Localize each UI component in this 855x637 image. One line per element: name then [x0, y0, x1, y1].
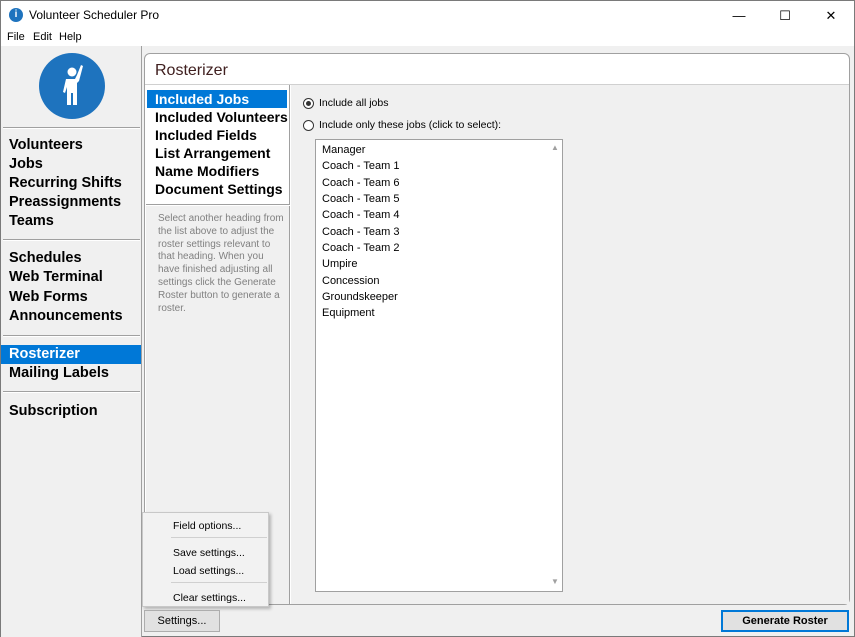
- nav-separator: [3, 391, 140, 393]
- minimize-button[interactable]: —: [716, 1, 762, 30]
- settings-popup-menu: Field options... Save settings... Load s…: [142, 512, 269, 607]
- menu-edit[interactable]: Edit: [33, 31, 52, 43]
- include-only-jobs-option[interactable]: Include only these jobs (click to select…: [303, 119, 501, 131]
- close-button[interactable]: ✕: [808, 1, 854, 30]
- nav-web-terminal[interactable]: Web Terminal: [1, 268, 141, 287]
- radio-button[interactable]: [303, 119, 314, 131]
- nav-teams[interactable]: Teams: [1, 212, 141, 231]
- include-only-jobs-label: Include only these jobs (click to select…: [319, 119, 502, 131]
- menu-item-field-options[interactable]: Field options...: [173, 520, 241, 532]
- nav-mailing-labels[interactable]: Mailing Labels: [1, 364, 141, 383]
- menu-file[interactable]: File: [7, 31, 25, 43]
- nav-separator: [3, 239, 140, 241]
- heading-name-modifiers[interactable]: Name Modifiers: [147, 162, 287, 180]
- nav-subscription[interactable]: Subscription: [1, 402, 141, 421]
- headings-list: Included Jobs Included Volunteers Includ…: [146, 85, 290, 205]
- menu-item-load-settings[interactable]: Load settings...: [173, 565, 244, 577]
- list-item[interactable]: Groundskeeper: [322, 291, 398, 303]
- nav-rosterizer[interactable]: Rosterizer: [1, 345, 141, 364]
- heading-included-jobs[interactable]: Included Jobs: [147, 90, 287, 108]
- menu-item-save-settings[interactable]: Save settings...: [173, 547, 245, 559]
- list-item[interactable]: Coach - Team 1: [322, 160, 399, 172]
- nav-jobs[interactable]: Jobs: [1, 155, 141, 174]
- nav-volunteers[interactable]: Volunteers: [1, 136, 141, 155]
- scroll-up-icon[interactable]: ▲: [551, 143, 559, 152]
- vertical-scrollbar[interactable]: ▲ ▼: [548, 140, 562, 591]
- nav-schedules[interactable]: Schedules: [1, 249, 141, 268]
- list-item[interactable]: Coach - Team 6: [322, 177, 399, 189]
- scroll-down-icon[interactable]: ▼: [551, 577, 559, 586]
- navigation-pane: Volunteers Jobs Recurring Shifts Preassi…: [1, 46, 142, 637]
- panel-title: Rosterizer: [155, 62, 228, 79]
- nav-web-forms[interactable]: Web Forms: [1, 288, 141, 307]
- list-item[interactable]: Coach - Team 3: [322, 226, 399, 238]
- app-window: i Volunteer Scheduler Pro — ☐ ✕ File Edi…: [0, 0, 855, 637]
- menu-help[interactable]: Help: [59, 31, 82, 43]
- window-title: Volunteer Scheduler Pro: [29, 8, 160, 22]
- include-all-jobs-label: Include all jobs: [319, 97, 389, 109]
- app-icon: i: [9, 8, 23, 22]
- radio-button-checked[interactable]: [303, 97, 314, 109]
- heading-document-settings[interactable]: Document Settings: [147, 180, 287, 198]
- nav-preassignments[interactable]: Preassignments: [1, 193, 141, 212]
- list-item[interactable]: Equipment: [322, 307, 375, 319]
- heading-list-arrangement[interactable]: List Arrangement: [147, 144, 287, 162]
- list-item[interactable]: Concession: [322, 275, 379, 287]
- list-item[interactable]: Coach - Team 2: [322, 242, 399, 254]
- list-item[interactable]: Manager: [322, 144, 365, 156]
- title-bar: i Volunteer Scheduler Pro — ☐ ✕: [1, 1, 854, 30]
- maximize-button[interactable]: ☐: [762, 1, 808, 30]
- menu-item-clear-settings[interactable]: Clear settings...: [173, 592, 246, 604]
- nav-separator: [3, 127, 140, 129]
- list-item[interactable]: Coach - Team 5: [322, 193, 399, 205]
- jobs-listbox[interactable]: Manager Coach - Team 1 Coach - Team 6 Co…: [315, 139, 563, 592]
- heading-included-volunteers[interactable]: Included Volunteers: [147, 108, 288, 126]
- heading-included-fields[interactable]: Included Fields: [147, 126, 287, 144]
- settings-button[interactable]: Settings...: [144, 610, 220, 632]
- help-text: Select another heading from the list abo…: [158, 213, 284, 314]
- nav-announcements[interactable]: Announcements: [1, 307, 141, 326]
- nav-separator: [3, 335, 140, 337]
- volunteer-logo-icon: [39, 53, 105, 119]
- include-all-jobs-option[interactable]: Include all jobs: [303, 97, 388, 109]
- menu-separator: [171, 537, 267, 538]
- menu-bar: File Edit Help: [1, 30, 854, 46]
- nav-recurring-shifts[interactable]: Recurring Shifts: [1, 174, 141, 193]
- list-item[interactable]: Coach - Team 4: [322, 209, 399, 221]
- generate-roster-button[interactable]: Generate Roster: [721, 610, 849, 632]
- menu-separator: [171, 582, 267, 583]
- list-item[interactable]: Umpire: [322, 258, 357, 270]
